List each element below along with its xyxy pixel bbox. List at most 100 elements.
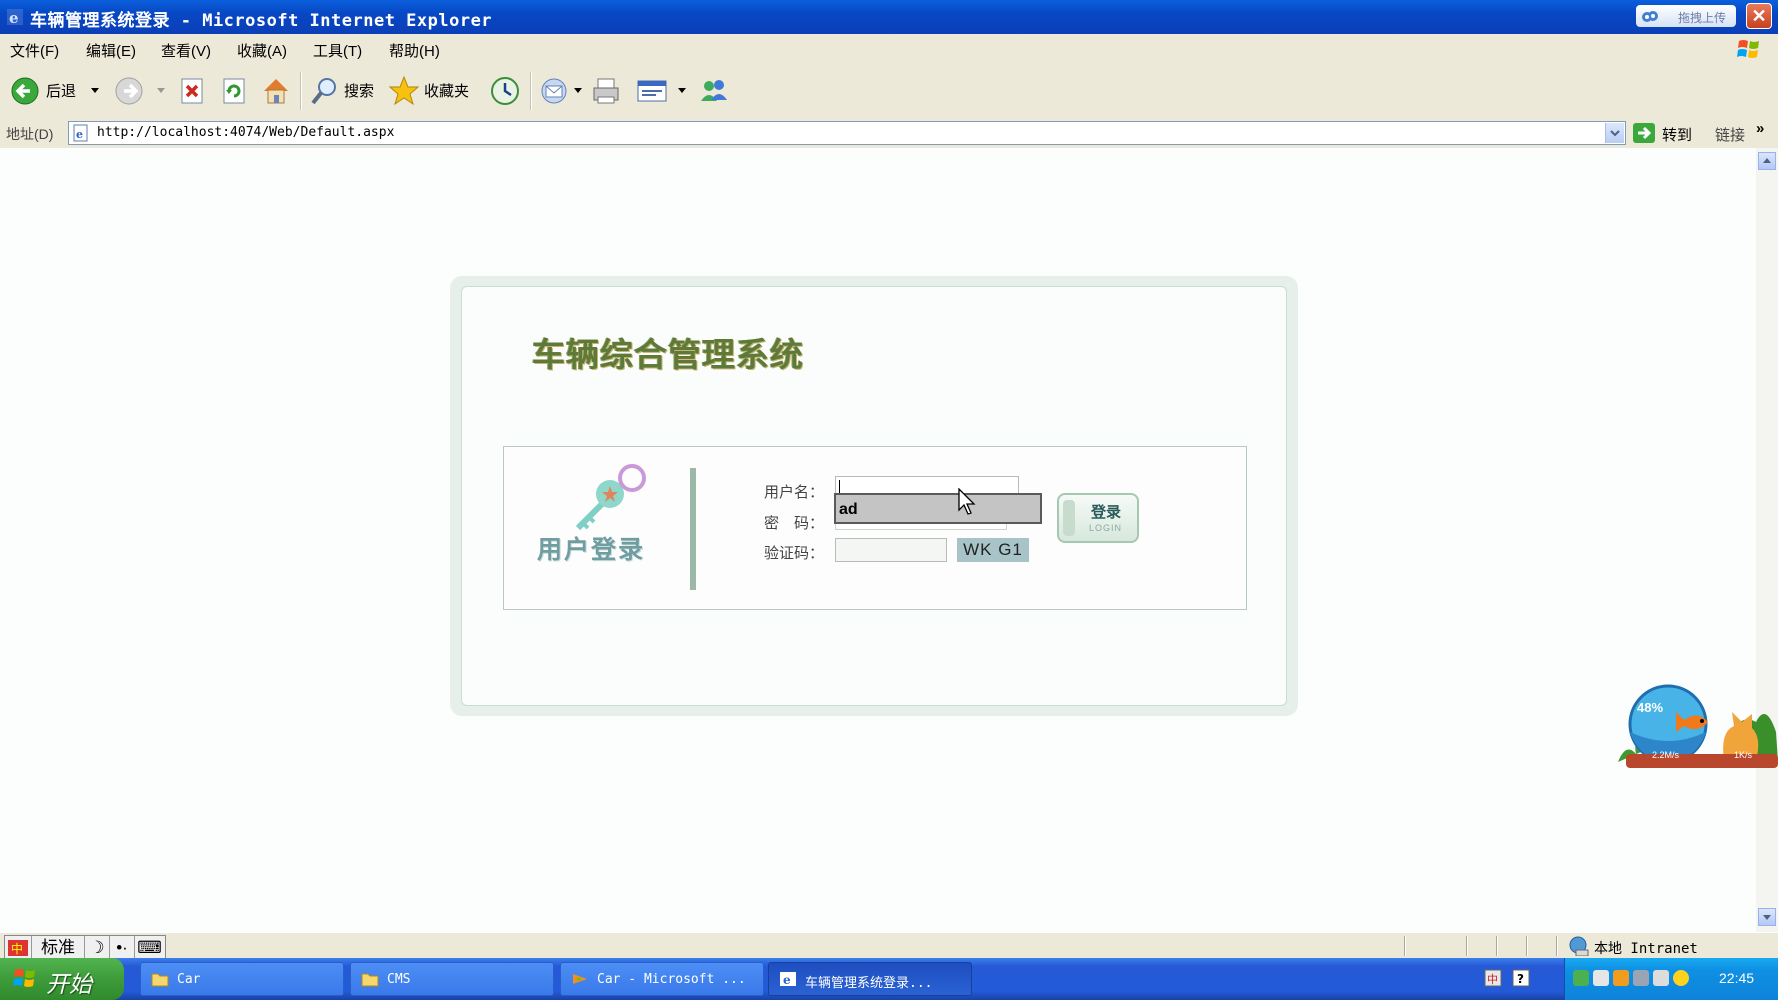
menu-tools[interactable]: 工具(T) — [313, 40, 362, 61]
help-tray-icon[interactable]: ? — [1512, 969, 1530, 987]
taskbar-item-car-folder[interactable]: Car — [140, 962, 344, 996]
cloud-icon — [1642, 11, 1658, 22]
address-bar: 地址(D) e http://localhost:4074/Web/Defaul… — [0, 118, 1778, 149]
taskbar-item-visual-studio[interactable]: Car - Microsoft ... — [560, 962, 764, 996]
drag-upload-label: 拖拽上传 — [1678, 11, 1727, 25]
stop-button[interactable] — [178, 73, 206, 109]
menu-edit[interactable]: 编辑(E) — [86, 40, 136, 61]
status-divider — [1404, 936, 1406, 956]
security-tray-icon[interactable] — [1653, 970, 1669, 986]
status-divider — [1526, 936, 1528, 956]
app-tray-icon[interactable] — [1613, 970, 1629, 986]
go-arrow-icon[interactable] — [1632, 122, 1656, 144]
menu-file[interactable]: 文件(F) — [10, 40, 59, 61]
search-button[interactable] — [308, 73, 340, 109]
login-heading: 用户登录 — [537, 536, 646, 564]
address-input[interactable]: e http://localhost:4074/Web/Default.aspx — [68, 121, 1626, 145]
login-button[interactable]: 登录 LOGIN — [1057, 493, 1139, 543]
forward-button[interactable] — [114, 73, 144, 109]
status-divider — [1496, 936, 1498, 956]
links-chevron-icon[interactable]: » — [1756, 120, 1764, 137]
text-caret — [839, 480, 840, 494]
favorites-button[interactable] — [388, 73, 420, 109]
autocomplete-dropdown[interactable]: ad — [834, 493, 1042, 524]
chevron-down-icon — [1610, 130, 1620, 137]
security-zone: 本地 Intranet — [1594, 941, 1698, 957]
windows-logo-icon — [1737, 40, 1759, 58]
autocomplete-suggestion[interactable]: ad — [839, 501, 858, 519]
messenger-icon — [701, 80, 727, 101]
history-button[interactable] — [488, 73, 522, 109]
svg-text:?: ? — [1517, 972, 1524, 986]
windows-flag-icon — [13, 969, 35, 987]
window-titlebar[interactable]: e 车辆管理系统登录 - Microsoft Internet Explorer… — [0, 0, 1778, 34]
back-dropdown-icon[interactable] — [91, 88, 99, 93]
captcha-label: 验证码： — [764, 545, 825, 562]
close-window-button[interactable]: ✕ — [1746, 3, 1772, 29]
ime-mode[interactable]: 标准 — [32, 936, 85, 960]
edit-button[interactable] — [636, 73, 668, 109]
mail-dropdown-icon[interactable] — [574, 88, 582, 93]
favorites-label[interactable]: 收藏夹 — [424, 80, 469, 101]
search-label[interactable]: 搜索 — [344, 80, 374, 101]
mail-button[interactable] — [538, 73, 570, 109]
ime-keyboard-icon[interactable]: ⌨ — [135, 936, 164, 960]
mouse-cursor-icon — [958, 488, 976, 515]
ime-tray-icon[interactable]: 中 — [1484, 969, 1502, 987]
network-speed-widget[interactable]: 48% 2.2M/s 1K/s — [1616, 682, 1778, 768]
volume-tray-icon[interactable] — [1633, 970, 1649, 986]
print-button[interactable] — [590, 73, 622, 109]
back-label[interactable]: 后退 — [46, 80, 76, 101]
network-tray-icon[interactable] — [1573, 970, 1589, 986]
vertical-divider — [690, 468, 696, 590]
menu-favorites[interactable]: 收藏(A) — [237, 40, 287, 61]
ime-logo-icon[interactable]: 中 — [5, 936, 32, 960]
home-button[interactable] — [260, 73, 292, 109]
visual-studio-icon — [573, 974, 587, 984]
forward-dropdown-icon[interactable] — [157, 88, 165, 93]
captcha-input[interactable] — [835, 538, 947, 562]
login-button-accent — [1063, 500, 1075, 536]
clock[interactable]: 22:45 — [1719, 970, 1754, 986]
menu-help[interactable]: 帮助(H) — [389, 40, 440, 61]
taskbar-item-cms-folder[interactable]: CMS — [350, 962, 554, 996]
edit-dropdown-icon[interactable] — [678, 88, 686, 93]
drag-upload-button[interactable]: 拖拽上传 — [1636, 5, 1736, 27]
svg-text:e: e — [9, 9, 19, 26]
back-arrow-icon — [11, 77, 39, 105]
svg-text:中: 中 — [1487, 973, 1498, 986]
username-label: 用户名： — [764, 484, 825, 501]
antivirus-tray-icon[interactable] — [1673, 970, 1689, 986]
address-dropdown-button[interactable] — [1605, 123, 1624, 143]
window-title: 车辆管理系统登录 - Microsoft Internet Explorer — [30, 11, 493, 31]
links-button[interactable]: 链接 — [1715, 124, 1745, 145]
menu-view[interactable]: 查看(V) — [161, 40, 211, 61]
page-icon: e — [73, 124, 88, 142]
refresh-button[interactable] — [220, 73, 248, 109]
desktop-screen: e 车辆管理系统登录 - Microsoft Internet Explorer… — [0, 0, 1778, 1000]
start-button[interactable]: 开始 — [0, 958, 124, 1000]
back-button[interactable] — [10, 73, 40, 109]
taskbar-item-label: Car — [177, 972, 201, 987]
address-url[interactable]: http://localhost:4074/Web/Default.aspx — [97, 125, 394, 140]
taskbar-item-label: Car - Microsoft ... — [597, 972, 746, 987]
edit-page-icon — [637, 80, 667, 102]
messenger-button[interactable] — [698, 73, 730, 109]
taskbar-item-ie-login[interactable]: e 车辆管理系统登录... — [768, 962, 972, 996]
status-divider — [1466, 936, 1468, 956]
stop-icon — [181, 78, 203, 104]
forward-arrow-icon — [115, 77, 143, 105]
vertical-scrollbar[interactable] — [1756, 148, 1778, 932]
ime-moon-icon[interactable]: ☽ — [85, 936, 110, 960]
go-button[interactable]: 转到 — [1662, 124, 1692, 145]
home-icon — [264, 79, 288, 104]
ime-punctuation-icon[interactable]: •· — [110, 936, 135, 960]
captcha-image[interactable]: WK G1 — [957, 538, 1029, 562]
system-tray: 22:45 — [1564, 958, 1778, 1000]
scroll-down-button[interactable] — [1758, 908, 1776, 926]
scroll-up-button[interactable] — [1758, 152, 1776, 170]
ie-icon: e — [780, 972, 796, 987]
app-title: 车辆综合管理系统 — [532, 336, 804, 373]
display-tray-icon[interactable] — [1593, 970, 1609, 986]
star-icon — [388, 75, 420, 106]
